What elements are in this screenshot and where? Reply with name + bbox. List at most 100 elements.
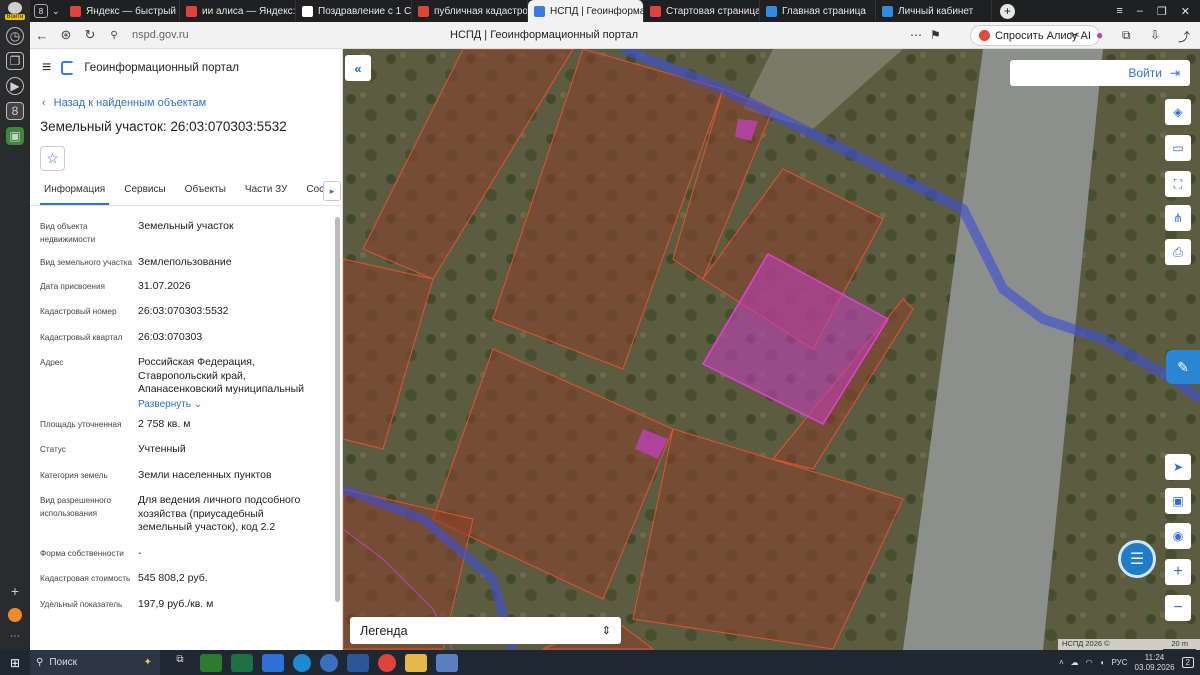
start-windows-icon[interactable]: ⊞: [0, 656, 30, 670]
apps-icon[interactable]: ▣: [6, 127, 24, 145]
login-label: Войти: [1128, 66, 1162, 80]
back-arrow-icon[interactable]: ←: [30, 28, 54, 43]
downloads-icon[interactable]: ⇩: [1150, 28, 1160, 42]
browser-tab[interactable]: Главная страница: [760, 0, 876, 22]
url-field[interactable]: nspd.gov.ru: [132, 29, 189, 41]
minimap-button[interactable]: ▣: [1165, 488, 1191, 514]
maximize-icon[interactable]: ❐: [1157, 5, 1167, 18]
more-icon[interactable]: ⋯: [10, 631, 20, 642]
map-view[interactable]: [343, 49, 1200, 650]
yandex-active-icon[interactable]: [436, 653, 458, 672]
profile-login-label[interactable]: Войти: [4, 14, 26, 20]
attribute-key: Вид земельного участка: [40, 258, 133, 267]
chevron-down-icon[interactable]: ⌄: [52, 6, 60, 17]
tabs-scroll-right-button[interactable]: ▸: [323, 181, 341, 201]
wifi-icon[interactable]: ◠: [1086, 658, 1093, 667]
tab-objects[interactable]: Объекты: [181, 181, 230, 205]
legend-dropdown[interactable]: Легенда ⇕: [350, 617, 621, 644]
zoom-in-button[interactable]: +: [1165, 559, 1191, 585]
print-icon: ⎙: [1173, 244, 1183, 259]
ruler-button[interactable]: ▭: [1165, 135, 1191, 161]
attribute-row: Кадастровый номер 26:03:070303:5532: [40, 305, 342, 319]
new-tab-button[interactable]: +: [1000, 3, 1015, 19]
mail-icon[interactable]: [262, 653, 284, 672]
attribute-value: 31.07.2026: [138, 279, 191, 292]
zoom-out-button[interactable]: −: [1165, 595, 1191, 621]
attribute-key: Категория земель: [40, 470, 108, 480]
alice-icon[interactable]: [8, 608, 22, 622]
map-canvas[interactable]: [343, 49, 1200, 650]
menu-icon[interactable]: ≡: [42, 59, 51, 77]
expand-address-link[interactable]: Развернуть ⌄: [138, 398, 318, 412]
tab-group-button[interactable]: 8 ⌄: [30, 4, 64, 18]
collapse-panel-button[interactable]: «: [345, 55, 371, 81]
locate-button[interactable]: ➤: [1165, 454, 1191, 480]
onedrive-icon[interactable]: ☁: [1071, 658, 1079, 667]
reload-icon[interactable]: ↻: [78, 27, 102, 43]
chrome-icon[interactable]: [378, 653, 396, 672]
attribute-key: Вид объекта недвижимости: [40, 222, 96, 244]
app-icon[interactable]: [200, 653, 222, 672]
tab-services[interactable]: Сервисы: [120, 181, 169, 205]
word-icon[interactable]: [347, 653, 369, 672]
attribute-row: Удельный показатель 197,9 руб./кв. м: [40, 598, 342, 612]
tab-information[interactable]: Информация: [40, 181, 110, 205]
chevron-left-icon: ‹: [42, 97, 46, 109]
history-icon[interactable]: ◷: [6, 27, 24, 45]
login-button[interactable]: Войти ⇥: [1010, 60, 1190, 86]
browser-tab[interactable]: Стартовая страница - К: [644, 0, 760, 22]
volume-icon[interactable]: ◖: [1100, 658, 1105, 667]
browser-tab-active[interactable]: НСПД | Геоинформа✕: [528, 0, 644, 22]
protect-icon[interactable]: ⊛: [54, 27, 78, 43]
print-button[interactable]: ⎙: [1165, 239, 1191, 265]
back-to-results-link[interactable]: ‹ Назад к найденным объектам: [42, 97, 342, 109]
profile-avatar[interactable]: Войти: [4, 2, 26, 20]
panel-scrollbar[interactable]: [335, 217, 340, 602]
browser-tab[interactable]: Поздравление с 1 Сент: [296, 0, 412, 22]
close-window-icon[interactable]: ✕: [1181, 5, 1190, 18]
tabs-menu-icon[interactable]: ≡: [1116, 5, 1122, 18]
yandex-icon[interactable]: 8: [6, 102, 24, 120]
edge-icon[interactable]: [293, 653, 311, 672]
attribute-row: Площадь уточненная 2 758 кв. м: [40, 418, 342, 432]
clock[interactable]: 11:24 03.09.2026: [1135, 653, 1175, 673]
select-area-button[interactable]: ⛶: [1165, 171, 1191, 197]
minimize-icon[interactable]: –: [1137, 5, 1143, 18]
browser-tab[interactable]: публичная кадастрова: [412, 0, 528, 22]
attribute-row: Категория земель Земли населенных пунктов: [40, 469, 342, 483]
excel-icon[interactable]: [231, 653, 253, 672]
browser-tab[interactable]: ии алиса — Яндекс: нашл: [180, 0, 296, 22]
share-icon[interactable]: ⤴: [1178, 28, 1190, 45]
attribute-key: Удельный показатель: [40, 599, 123, 609]
extension-icon[interactable]: ●: [1096, 28, 1103, 42]
video-icon[interactable]: ▶: [6, 77, 24, 95]
feedback-tab[interactable]: ✎: [1166, 350, 1200, 384]
task-view-icon[interactable]: ⧉: [169, 654, 191, 672]
add-icon[interactable]: +: [11, 583, 19, 599]
taskbar-search[interactable]: ⚲ Поиск ✦: [30, 650, 160, 675]
yandex-browser-icon[interactable]: [320, 653, 338, 672]
browser-tab[interactable]: Яндекс — быстрый пои: [64, 0, 180, 22]
map-attribution: НСПД 2026 © 20 m: [1058, 639, 1200, 650]
tab-parts[interactable]: Части ЗУ: [241, 181, 291, 205]
extension-icon[interactable]: ✂: [1070, 28, 1080, 42]
layers-button[interactable]: ◈: [1165, 99, 1191, 125]
chevron-up-icon[interactable]: ˄: [1059, 658, 1064, 667]
bookmarks-icon[interactable]: ❐: [6, 52, 24, 70]
extensions-icon[interactable]: ⧉: [1122, 28, 1131, 43]
favorite-star-button[interactable]: ☆: [40, 146, 65, 171]
language-indicator[interactable]: РУС: [1111, 658, 1127, 667]
ask-alice-button[interactable]: Спросить Алису AI: [970, 25, 1100, 46]
legend-label: Легенда: [360, 623, 408, 638]
folder-icon[interactable]: [405, 653, 427, 672]
browser-tab[interactable]: Личный кабинет: [876, 0, 992, 22]
more-dots-icon[interactable]: ⋯: [910, 28, 922, 42]
share-button[interactable]: ⋔: [1165, 205, 1191, 231]
attribute-list: Вид объекта недвижимости Земельный участо…: [30, 206, 342, 611]
attribute-key: Площадь уточненная: [40, 419, 122, 429]
chat-assistant-button[interactable]: ☰: [1118, 540, 1156, 578]
bookmark-icon[interactable]: ⚑: [930, 28, 941, 42]
share-icon: ⋔: [1172, 211, 1184, 225]
geolocation-button[interactable]: ◉: [1165, 523, 1191, 549]
notifications-icon[interactable]: 2: [1181, 657, 1194, 668]
